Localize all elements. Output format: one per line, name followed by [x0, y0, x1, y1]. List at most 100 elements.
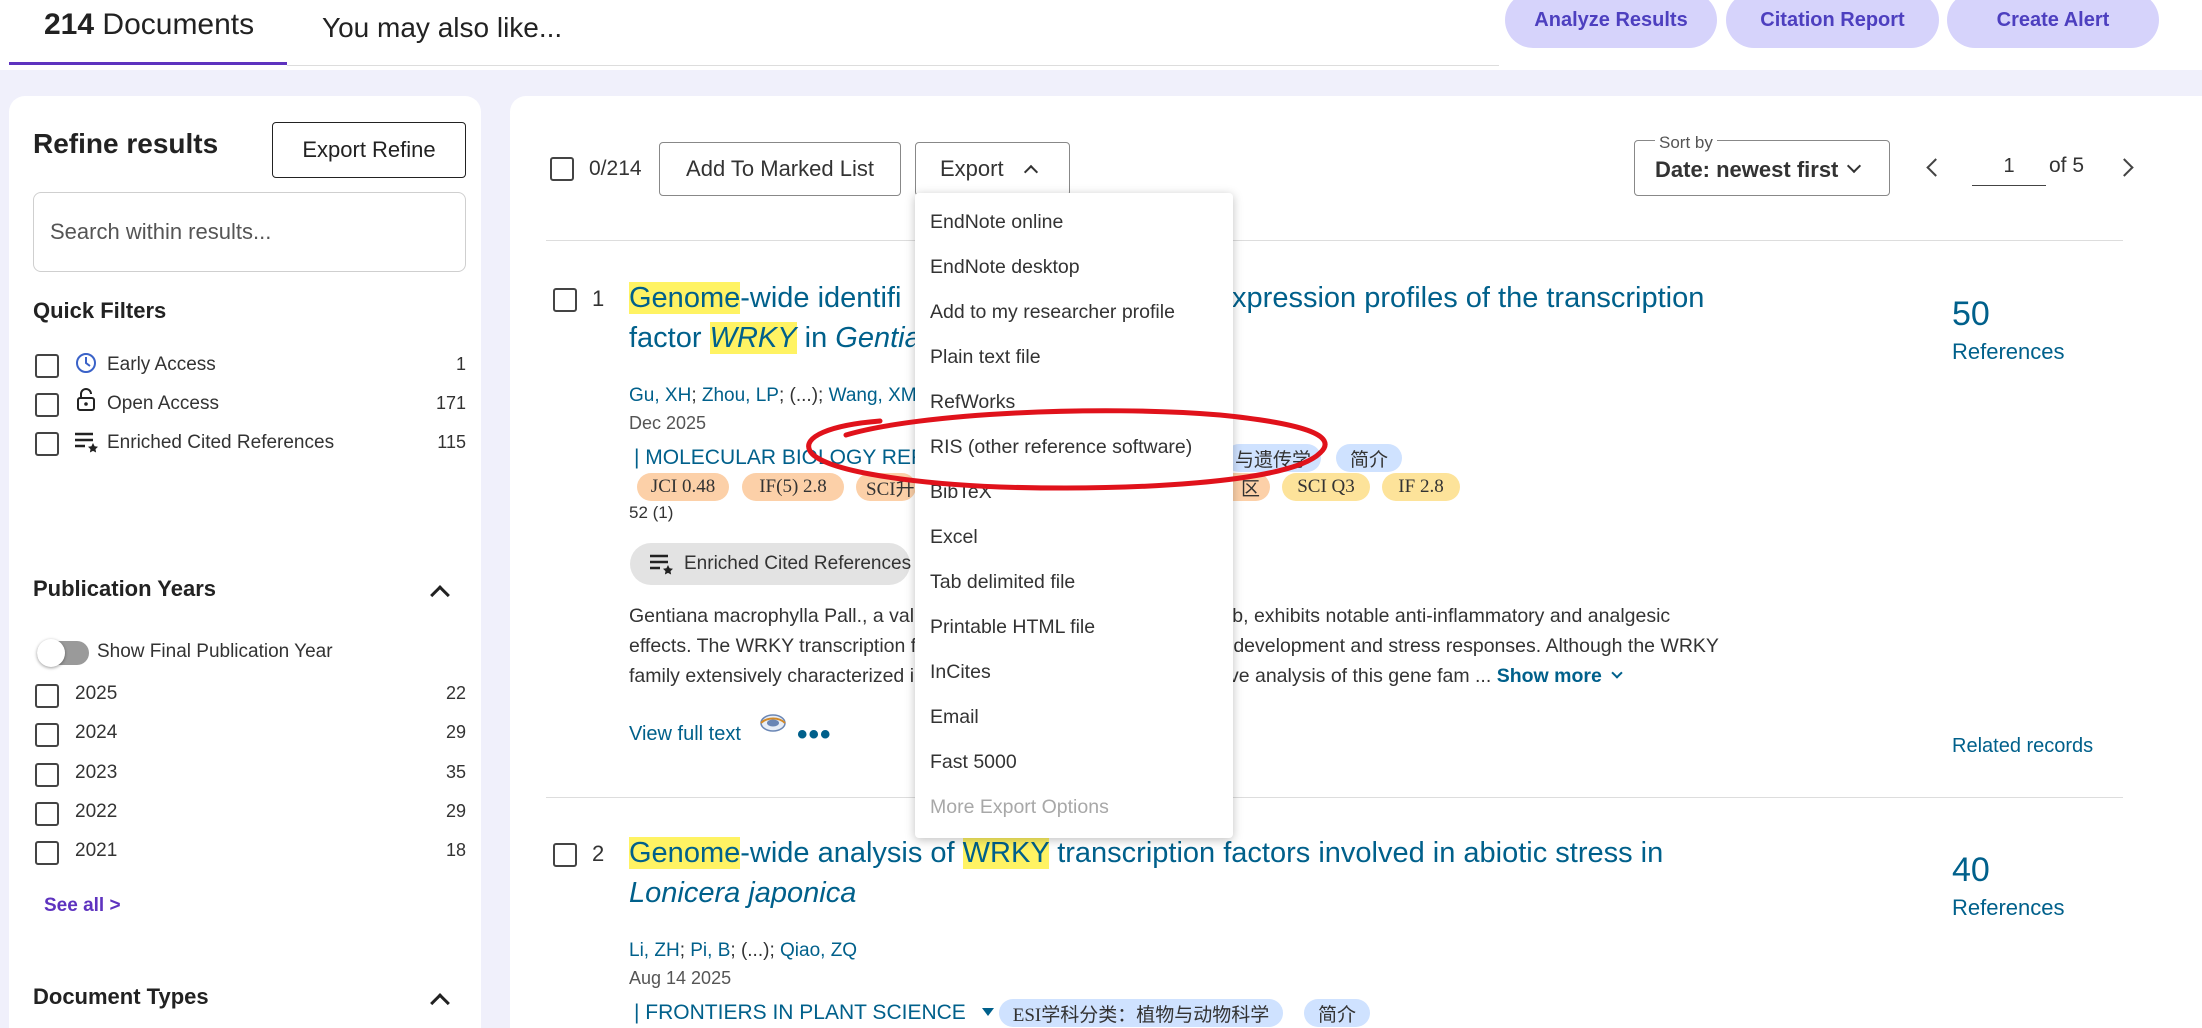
title-text: -wide analysis of [740, 837, 963, 869]
title-highlight: Genome [629, 282, 741, 314]
view-full-text-link[interactable]: View full text [629, 723, 741, 746]
toolbar-divider [546, 240, 2123, 241]
result-divider [546, 797, 2123, 798]
title-text: l expression profiles of the transcripti… [1201, 282, 1705, 314]
authors: Li, ZH; Pi, B; (...); Qiao, ZQ [629, 940, 858, 961]
add-to-marked-list-button[interactable]: Add To Marked List [659, 142, 901, 196]
year-count: 22 [445, 683, 466, 703]
collapse-chevron-icon[interactable] [430, 585, 450, 605]
title-text: Lonicera japonica [629, 877, 857, 909]
abstract-text: nsive analysis of this gene fam ... [1204, 665, 1492, 687]
citation-report-button[interactable]: Citation Report [1726, 0, 1939, 48]
checkbox-year-2025[interactable] [35, 684, 59, 708]
red-annotation-circle [806, 408, 1328, 491]
caret-down-icon[interactable] [981, 1008, 994, 1016]
checkbox-open-access[interactable] [35, 393, 59, 417]
abstract-text: Gentiana macrophylla Pall., a val [629, 605, 915, 627]
references-label[interactable]: References [1952, 895, 2065, 921]
publication-date: Aug 14 2025 [629, 968, 732, 988]
filter-count: 115 [437, 432, 466, 452]
result-title-link[interactable]: Genome-wide identifi l expression profile… [629, 278, 1929, 358]
export-button[interactable]: Export [915, 142, 1070, 196]
citation-count-note: 52 (1) [629, 503, 674, 522]
create-alert-button[interactable]: Create Alert [1947, 0, 2159, 48]
intro-badge[interactable]: 简介 [1336, 444, 1402, 472]
tab-documents[interactable]: 214 Documents [44, 8, 254, 42]
enriched-list-icon [648, 552, 676, 576]
checkbox-year-2021[interactable] [35, 841, 59, 865]
year-label: 2022 [75, 801, 118, 822]
page-number-input[interactable]: 1 [1972, 150, 2046, 186]
export-option-tab-delimited[interactable]: Tab delimited file [930, 571, 1075, 594]
export-option-email[interactable]: Email [930, 706, 979, 729]
export-option-excel[interactable]: Excel [930, 526, 978, 549]
export-option-incites[interactable]: InCites [930, 661, 991, 684]
checkbox-year-2022[interactable] [35, 802, 59, 826]
analyze-results-button[interactable]: Analyze Results [1505, 0, 1717, 48]
year-label: 2024 [75, 722, 118, 743]
result-checkbox[interactable] [553, 843, 577, 867]
checkbox-year-2024[interactable] [35, 723, 59, 747]
show-final-year-toggle[interactable] [37, 639, 89, 667]
filter-label: Early Access [107, 354, 216, 375]
show-more-link[interactable]: Show more [1497, 665, 1623, 687]
export-label: Export [940, 156, 1004, 181]
intro-badge[interactable]: 简介 [1304, 999, 1370, 1027]
checkbox-enriched-cited-references[interactable] [35, 432, 59, 456]
result-title-link[interactable]: Genome-wide analysis of WRKY transcripti… [629, 833, 1929, 913]
esi-category-badge[interactable]: ESI学科分类：植物与动物科学 [999, 999, 1283, 1027]
jci-badge: JCI 0.48 [637, 473, 729, 501]
chevron-up-icon [1023, 164, 1038, 180]
tab-you-may-also-like[interactable]: You may also like... [322, 12, 562, 44]
author-link[interactable]: Pi, B [690, 940, 730, 961]
authors-ellipsis[interactable]: (...) [790, 385, 819, 406]
export-option-endnote-desktop[interactable]: EndNote desktop [930, 256, 1080, 279]
checkbox-year-2023[interactable] [35, 763, 59, 787]
export-option-researcher-profile[interactable]: Add to my researcher profile [930, 301, 1175, 324]
title-highlight: WRKY [709, 322, 797, 354]
references-label[interactable]: References [1952, 339, 2065, 365]
title-text: factor [629, 322, 710, 354]
author-link[interactable]: Wang, XM [829, 385, 917, 406]
quick-filters-title: Quick Filters [33, 298, 167, 323]
journal-link[interactable]: | FRONTIERS IN PLANT SCIENCE [634, 1001, 994, 1025]
author-link[interactable]: Qiao, ZQ [780, 940, 857, 961]
export-option-plain-text[interactable]: Plain text file [930, 346, 1041, 369]
full-text-finder-icon[interactable] [756, 710, 790, 741]
export-option-printable-html[interactable]: Printable HTML file [930, 616, 1095, 639]
chevron-down-icon [1611, 667, 1623, 679]
see-all-years-link[interactable]: See all > [44, 895, 121, 917]
references-count[interactable]: 40 [1952, 851, 1990, 890]
references-count[interactable]: 50 [1952, 295, 1990, 334]
document-types-title: Document Types [33, 984, 209, 1009]
more-options-icon[interactable]: ••• [797, 718, 832, 752]
author-link[interactable]: Gu, XH [629, 385, 691, 406]
author-link[interactable]: Li, ZH [629, 940, 680, 961]
select-all-checkbox[interactable] [550, 157, 574, 181]
year-label: 2025 [75, 683, 118, 704]
sort-value: Date: newest first [1655, 157, 1839, 182]
filter-label: Open Access [107, 393, 219, 414]
filter-count: 171 [435, 393, 466, 413]
export-option-fast-5000[interactable]: Fast 5000 [930, 751, 1017, 774]
search-within-results-input[interactable]: Search within results... [33, 192, 466, 272]
filter-count: 1 [455, 354, 466, 374]
checkbox-early-access[interactable] [35, 354, 59, 378]
sort-by-select[interactable]: Sort by Date: newest first [1634, 133, 1890, 196]
result-checkbox[interactable] [553, 288, 577, 312]
author-link[interactable]: Zhou, LP [702, 385, 779, 406]
related-records-link[interactable]: Related records [1952, 735, 2093, 758]
authors-ellipsis[interactable]: (...) [741, 940, 770, 961]
impact-factor-badge: IF 2.8 [1382, 473, 1460, 501]
result-number: 2 [592, 841, 605, 866]
active-tab-underline [9, 62, 287, 65]
export-refine-button[interactable]: Export Refine [272, 122, 466, 178]
enriched-cited-references-button[interactable]: Enriched Cited References [630, 543, 911, 585]
journal-name: | FRONTIERS IN PLANT SCIENCE [634, 1001, 966, 1024]
collapse-chevron-icon[interactable] [430, 993, 450, 1013]
top-bar: 214 Documents You may also like... Analy… [0, 0, 2202, 70]
selected-count: 0/214 [589, 157, 642, 180]
enriched-list-icon [73, 430, 101, 454]
export-option-endnote-online[interactable]: EndNote online [930, 211, 1063, 234]
title-highlight: WRKY [962, 837, 1050, 869]
